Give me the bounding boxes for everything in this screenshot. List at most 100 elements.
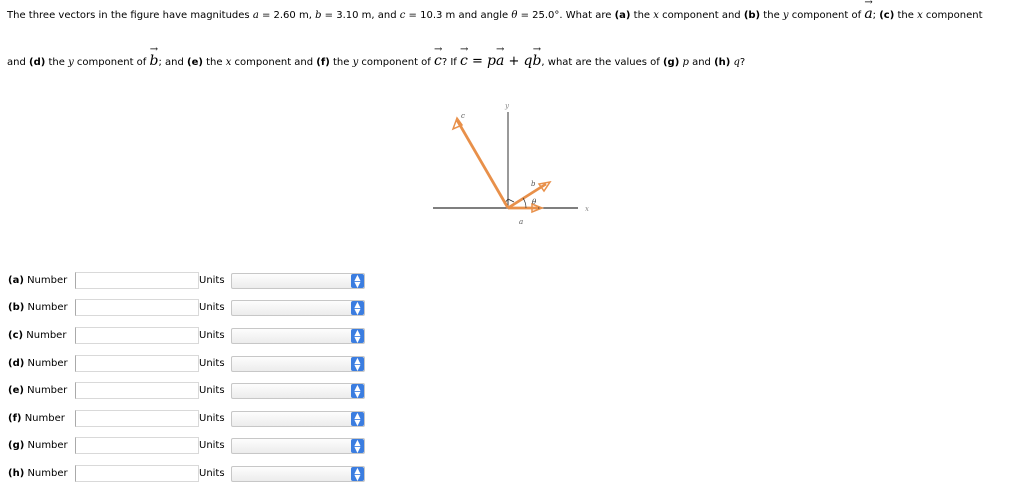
number-input[interactable] [75, 465, 199, 482]
equation-vector-b: → b [532, 44, 541, 68]
number-input[interactable] [75, 355, 199, 372]
units-select[interactable]: ▲ ▼ [231, 273, 365, 289]
question-text: component and [658, 10, 744, 21]
answer-part: (f) [8, 413, 22, 424]
part-label-a: (a) [614, 10, 631, 21]
number-label: Number [24, 413, 65, 424]
number-input[interactable] [75, 272, 199, 289]
number-label: Number [26, 330, 67, 341]
answer-part: (e) [8, 385, 24, 396]
vector-b-arrow [507, 182, 547, 210]
theta-label: θ [532, 198, 537, 206]
chevron-updown-icon: ▲ ▼ [351, 329, 364, 344]
units-select[interactable]: ▲ ▼ [231, 300, 365, 316]
chevron-updown-icon: ▲ ▼ [351, 274, 364, 289]
units-label: Units [199, 330, 225, 341]
question-text: = 10.3 m and angle [405, 10, 512, 21]
answer-part: (b) [8, 302, 25, 313]
question-text: the [894, 10, 918, 21]
answer-part: (a) [8, 275, 24, 286]
units-select[interactable]: ▲ ▼ [231, 438, 365, 454]
part-label-g: (g) [662, 57, 680, 68]
question-text: = 3.10 m, and [321, 10, 400, 21]
question-text: the [760, 10, 783, 21]
part-label-c: (c) [879, 10, 895, 21]
chevron-updown-icon: ▲ ▼ [351, 439, 364, 454]
answer-part: (c) [8, 330, 24, 341]
answer-label: (f) Number [8, 413, 65, 424]
vector-c-arrow [455, 119, 510, 209]
units-label: Units [199, 413, 225, 424]
units-select[interactable]: ▲ ▼ [231, 328, 365, 344]
units-label: Units [199, 358, 225, 369]
chevron-updown-icon: ▲ ▼ [351, 357, 364, 372]
question-text: ; and [158, 57, 188, 68]
part-label-h: (h) [714, 57, 731, 68]
equation-plus: + [504, 54, 524, 69]
question-text: and [7, 57, 29, 68]
vector-arrow-icon: → [459, 44, 469, 55]
number-label: Number [27, 468, 68, 479]
vector-arrow-icon: → [495, 44, 505, 55]
part-label-d: (d) [29, 57, 46, 68]
equation-equals: = [467, 54, 487, 69]
units-label: Units [199, 440, 225, 451]
question-text: component of [73, 57, 150, 68]
vector-arrow-icon: → [149, 44, 159, 55]
question-text: component and [231, 57, 317, 68]
vector-b-label: b [531, 180, 536, 188]
part-label-e: (e) [187, 57, 203, 68]
question-text: , what are the values of [541, 57, 663, 68]
number-label: Number [27, 440, 68, 451]
answer-label: (c) Number [8, 330, 66, 341]
units-label: Units [199, 468, 225, 479]
question-text: = 2.60 m, [258, 10, 316, 21]
answer-part: (d) [8, 358, 25, 369]
chevron-updown-icon: ▲ ▼ [351, 467, 364, 482]
question-text: the [202, 57, 226, 68]
answer-label: (h) Number [8, 468, 68, 479]
units-select[interactable]: ▲ ▼ [231, 383, 365, 399]
number-input[interactable] [75, 299, 199, 316]
chevron-updown-icon: ▲ ▼ [351, 384, 364, 399]
chevron-updown-icon: ▲ ▼ [351, 412, 364, 427]
number-input[interactable] [75, 410, 199, 427]
units-select[interactable]: ▲ ▼ [231, 411, 365, 427]
equation-vector-c: → c [460, 44, 468, 68]
units-label: Units [199, 302, 225, 313]
number-input[interactable] [75, 437, 199, 454]
part-label-b: (b) [743, 10, 761, 21]
question-text: ? [739, 57, 746, 68]
equation-q: q [523, 53, 533, 69]
equation-p: p [486, 53, 496, 69]
units-select[interactable]: ▲ ▼ [231, 356, 365, 372]
answer-label: (b) Number [8, 302, 68, 313]
number-label: Number [27, 302, 68, 313]
vector-c: → c [434, 44, 442, 68]
vector-arrow-icon: → [864, 0, 873, 8]
chevron-updown-icon: ▲ ▼ [351, 301, 364, 316]
question-text: the [45, 57, 69, 68]
units-select[interactable]: ▲ ▼ [231, 466, 365, 482]
answer-label: (d) Number [8, 358, 68, 369]
vector-b: → b [150, 44, 159, 68]
answer-label: (g) Number [8, 440, 68, 451]
question-text: component [922, 10, 983, 21]
number-label: Number [27, 385, 68, 396]
y-axis-label: y [504, 102, 510, 110]
units-label: Units [199, 385, 225, 396]
question-text: component of [788, 10, 865, 21]
number-label: Number [27, 358, 68, 369]
question-line-2: and (d) the y component of → b; and (e) t… [7, 44, 746, 70]
question-text: the [329, 57, 353, 68]
answer-label: (a) Number [8, 275, 67, 286]
number-input[interactable] [75, 327, 199, 344]
units-label: Units [199, 275, 225, 286]
answer-part: (h) [8, 468, 25, 479]
vector-a: → a [864, 0, 872, 21]
question-line-1: The three vectors in the figure have mag… [7, 0, 983, 23]
number-label: Number [27, 275, 68, 286]
number-input[interactable] [75, 382, 199, 399]
equation-vector-a: → a [496, 44, 504, 68]
answer-label: (e) Number [8, 385, 67, 396]
